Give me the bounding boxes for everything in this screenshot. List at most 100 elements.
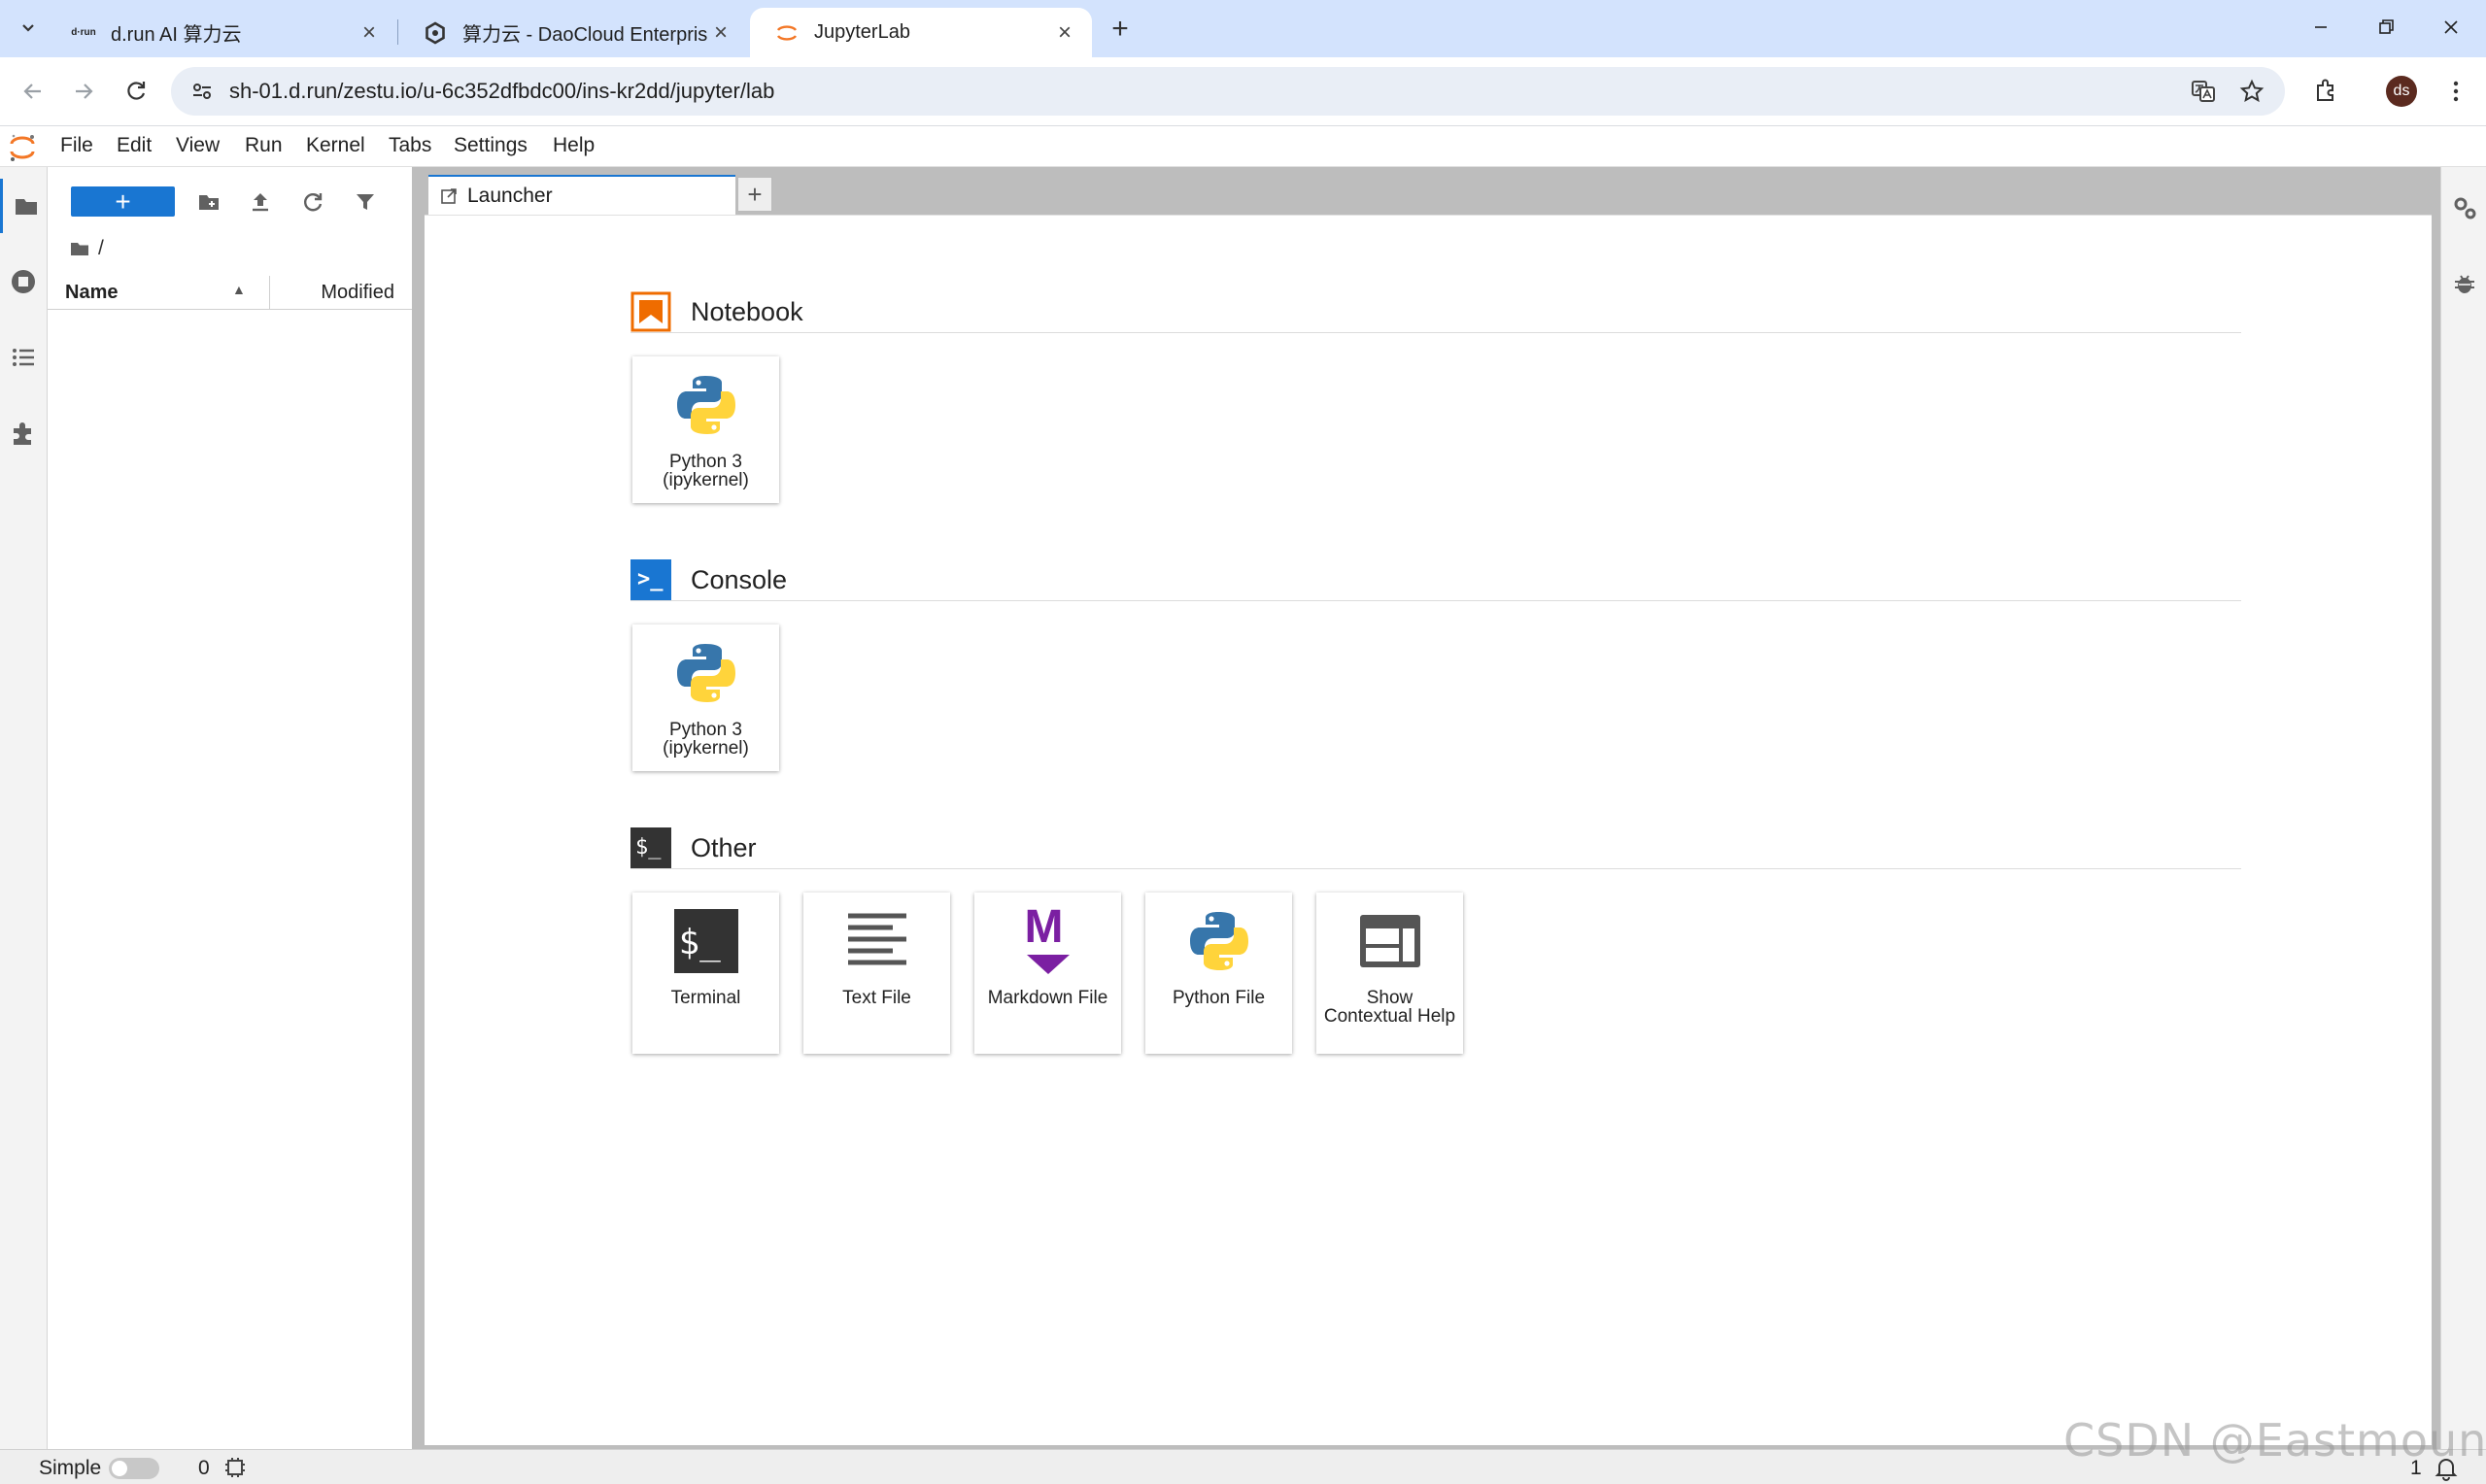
address-bar[interactable]: sh-01.d.run/zestu.io/u-6c352dfbdc00/ins-… [171, 67, 2285, 116]
launcher-card-python-file[interactable]: Python File [1145, 893, 1292, 1054]
restore-button[interactable] [2352, 0, 2420, 54]
file-browser-panel: + / Name ▲ Modified [48, 167, 412, 1449]
browser-tab-title: d.run AI 算力云 [111, 24, 242, 46]
add-launcher-tab-button[interactable]: + [737, 177, 772, 212]
section-title: Console [691, 565, 788, 594]
browser-tab-daocloud[interactable]: 算力云 - DaoCloud Enterprise × [397, 8, 748, 57]
text-file-icon [840, 904, 913, 977]
card-row: Python 3 (ipykernel) [630, 624, 2241, 772]
browser-tab-drun[interactable]: d·run d.run AI 算力云 × [47, 8, 396, 57]
python-icon [669, 368, 742, 441]
breadcrumb-path[interactable]: / [98, 237, 104, 260]
launcher-card-text-file[interactable]: Text File [803, 893, 950, 1054]
jupyter-logo-icon [773, 19, 800, 47]
file-browser-tab[interactable] [0, 179, 50, 233]
running-sessions-tab[interactable] [0, 254, 47, 309]
browser-menu-button[interactable] [2436, 72, 2475, 111]
launcher-card-terminal[interactable]: $_ Terminal [632, 893, 779, 1054]
browser-tab-title: JupyterLab [814, 21, 910, 43]
sidebar-splitter[interactable] [412, 167, 424, 1449]
left-activity-bar [0, 167, 48, 1449]
stop-circle-icon [12, 270, 35, 293]
bookmark-star-icon[interactable] [2236, 76, 2267, 107]
section-header: Notebook [630, 278, 2241, 333]
column-divider[interactable] [269, 276, 270, 309]
sort-ascending-icon[interactable]: ▲ [232, 282, 246, 297]
site-info-icon[interactable] [185, 74, 220, 109]
more-vertical-icon [2453, 81, 2459, 102]
kernel-icon[interactable] [223, 1456, 247, 1479]
launcher-card-contextual-help[interactable]: Show Contextual Help [1316, 893, 1463, 1054]
tab-label: Launcher [467, 185, 553, 207]
translate-icon[interactable] [2188, 76, 2219, 107]
minimize-icon [2315, 26, 2327, 28]
close-tab-icon[interactable]: × [707, 19, 734, 47]
launcher-card-markdown-file[interactable]: M Markdown File [974, 893, 1121, 1054]
list-icon [13, 349, 34, 366]
tab-search-button[interactable] [12, 12, 45, 45]
file-list-header: Name ▲ Modified [48, 276, 412, 310]
card-label: Text File [842, 988, 911, 1008]
menu-view[interactable]: View [172, 134, 223, 157]
browser-tab-strip: d·run d.run AI 算力云 × 算力云 - DaoCloud Ente… [0, 0, 2486, 57]
profile-button[interactable]: ds [2382, 72, 2421, 111]
card-label: Markdown File [987, 988, 1108, 1008]
close-tab-icon[interactable]: × [356, 19, 383, 47]
refresh-icon [304, 193, 323, 212]
simple-mode-toggle[interactable] [109, 1458, 159, 1479]
close-tab-icon[interactable]: × [1051, 19, 1078, 47]
table-of-contents-tab[interactable] [0, 330, 47, 385]
launcher-card-python3-notebook[interactable]: Python 3 (ipykernel) [632, 356, 779, 503]
puzzle-icon [2317, 79, 2333, 101]
filter-icon [357, 194, 374, 210]
modified-column-header[interactable]: Modified [321, 282, 394, 304]
property-inspector-tab[interactable] [2441, 183, 2486, 233]
new-folder-button[interactable] [193, 186, 224, 218]
refresh-button[interactable] [297, 186, 328, 218]
url-text[interactable]: sh-01.d.run/zestu.io/u-6c352dfbdc00/ins-… [229, 79, 774, 104]
extensions-button[interactable] [2306, 72, 2345, 111]
menu-kernel[interactable]: Kernel [302, 134, 369, 157]
menu-settings[interactable]: Settings [450, 134, 531, 157]
daocloud-logo-icon [422, 19, 449, 47]
restore-icon [2379, 19, 2394, 34]
name-column-header[interactable]: Name [65, 282, 118, 304]
terminal-icon: $_ [669, 904, 742, 977]
debugger-tab[interactable] [2441, 258, 2486, 309]
gears-icon [2454, 197, 2475, 219]
card-row: $_ Terminal Text File M Markdown File Py… [630, 893, 2241, 1056]
card-label: Python File [1172, 988, 1266, 1008]
menu-help[interactable]: Help [549, 134, 598, 157]
folder-icon[interactable] [69, 238, 90, 259]
menu-file[interactable]: File [56, 134, 97, 157]
jupyter-menu-bar: File Edit View Run Kernel Tabs Settings … [0, 126, 2486, 167]
back-button[interactable] [14, 72, 52, 111]
new-tab-button[interactable]: + [1104, 13, 1137, 46]
browser-tab-jupyterlab[interactable]: JupyterLab × [750, 8, 1092, 57]
minimize-button[interactable] [2287, 0, 2355, 54]
close-window-button[interactable] [2417, 0, 2485, 54]
menu-edit[interactable]: Edit [113, 134, 155, 157]
watermark: CSDN @Eastmount [2063, 1414, 2486, 1467]
menu-tabs[interactable]: Tabs [385, 134, 435, 157]
section-header: >_ Console [630, 546, 2241, 601]
reload-button[interactable] [117, 72, 155, 111]
console-icon-glyph: >_ [637, 567, 664, 591]
new-launcher-button[interactable]: + [71, 186, 175, 217]
section-header: $_ Other [630, 814, 2241, 869]
running-kernels-count[interactable]: 0 [198, 1457, 210, 1480]
extension-manager-tab[interactable] [0, 406, 47, 460]
drun-logo-icon: d·run [71, 27, 96, 38]
card-label: Terminal [670, 988, 741, 1008]
tab-launcher[interactable]: Launcher [428, 175, 735, 216]
filter-button[interactable] [350, 186, 381, 218]
forward-button[interactable] [64, 72, 103, 111]
menu-run[interactable]: Run [241, 134, 287, 157]
contextual-help-icon [1353, 904, 1426, 977]
jupyter-logo-icon [10, 134, 35, 161]
launcher-card-python3-console[interactable]: Python 3 (ipykernel) [632, 624, 779, 771]
upload-button[interactable] [245, 186, 276, 218]
arrow-right-icon [76, 84, 93, 99]
close-icon [2444, 20, 2458, 34]
upload-icon [253, 193, 268, 212]
